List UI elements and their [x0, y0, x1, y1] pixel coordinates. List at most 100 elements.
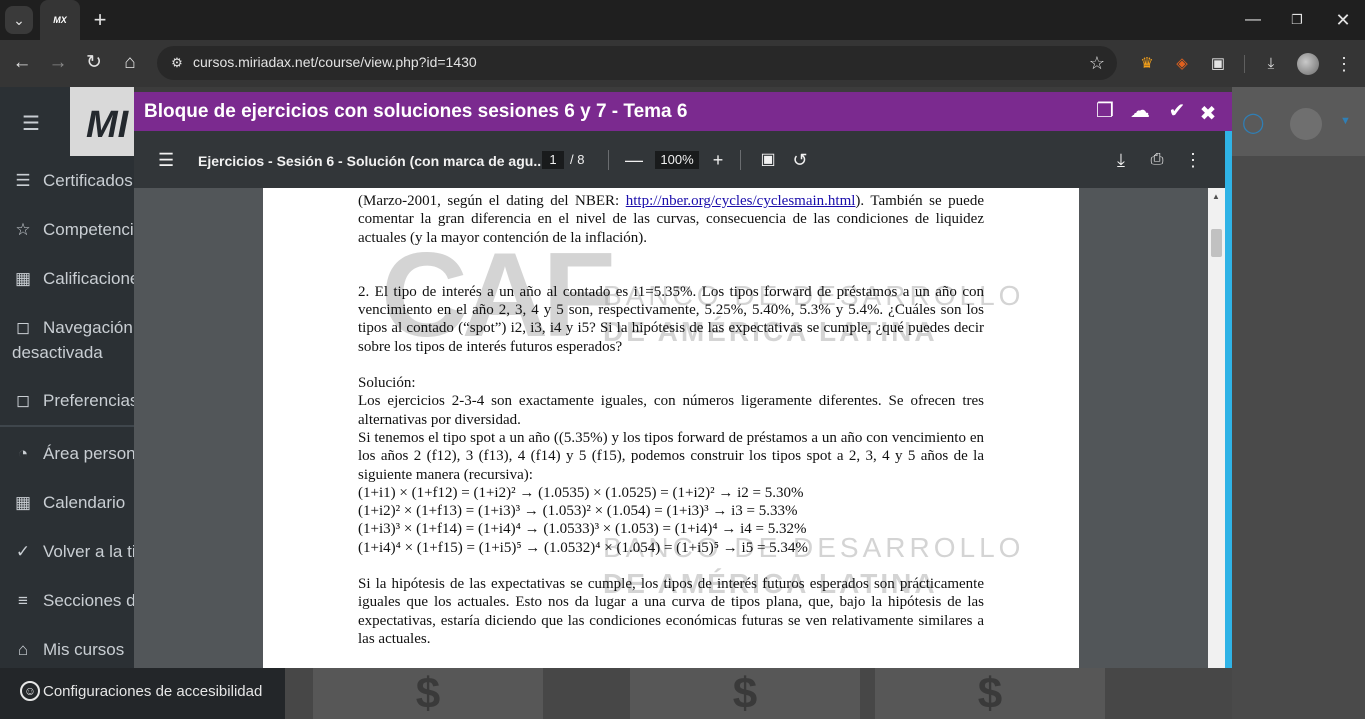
- sidebar-item-navegacion[interactable]: ◻ Navegación: [12, 318, 133, 338]
- pdf-scrollbar[interactable]: ▲: [1208, 188, 1225, 668]
- zoom-in-icon[interactable]: +: [706, 148, 730, 172]
- accessibility-label: Configuraciones de accesibilidad: [43, 683, 263, 700]
- conclusion-paragraph: Si la hipótesis de las expectativas se c…: [358, 576, 984, 647]
- profile-avatar[interactable]: [1297, 53, 1319, 75]
- table-icon: ▦: [14, 269, 32, 288]
- pdf-text-content: (Marzo-2001, según el dating del NBER: h…: [358, 192, 984, 648]
- pdf-viewport[interactable]: CAF BANCO DE DESARROLLO DE AMÉRICA LATIN…: [134, 188, 1208, 668]
- sidebar-item-mis-cursos[interactable]: ⌂ Mis cursos: [12, 640, 124, 660]
- scroll-thumb[interactable]: [1211, 229, 1222, 257]
- sidebar-item-label: Calendario: [43, 493, 126, 512]
- home-icon[interactable]: ⌂: [116, 49, 144, 77]
- user-menu-chevron-icon[interactable]: ▼: [1340, 115, 1351, 127]
- download-icon[interactable]: ⤓: [1260, 55, 1282, 73]
- modal-header: Bloque de ejercicios con soluciones sesi…: [134, 92, 1232, 131]
- crown-extension-icon[interactable]: ♛: [1136, 55, 1158, 73]
- browser-toolbar: ← → ↻ ⌂ ⚙ cursos.miriadax.net/course/vie…: [0, 40, 1365, 87]
- sidebar-item-calificaciones[interactable]: ▦ Calificaciones: [12, 269, 148, 289]
- back-arrow-icon[interactable]: ←: [8, 49, 36, 77]
- close-window-icon[interactable]: ✕: [1330, 8, 1356, 32]
- sidebar-item-label: Certificados: [43, 171, 133, 190]
- forward-arrow-icon[interactable]: →: [44, 49, 72, 77]
- pdf-toolbar-divider: [608, 150, 609, 170]
- course-card[interactable]: $: [875, 668, 1105, 719]
- layers-extension-icon[interactable]: ◈: [1171, 55, 1193, 73]
- cart-icon: ✓: [15, 542, 31, 561]
- course-sidebar: ☰ ☰ Certificados ☆ Competencias ▦ Calificac…: [0, 87, 195, 719]
- extensions-puzzle-icon[interactable]: ▣: [1207, 55, 1229, 73]
- sidebar-item-competencias[interactable]: ☆ Competencias: [12, 220, 151, 240]
- sidebar-item-label: Calificaciones: [43, 269, 148, 288]
- equation-line: (1+i4)⁴ × (1+f15) = (1+i5)⁵ → (1.0532)⁴ …: [358, 539, 808, 556]
- chat-bubble-icon[interactable]: ◯: [1242, 110, 1264, 135]
- pdf-menu-icon[interactable]: ☰: [158, 150, 174, 171]
- gauge-icon: ◔: [17, 444, 29, 463]
- reload-icon[interactable]: ↻: [80, 49, 108, 77]
- folder-icon: ◻: [15, 391, 31, 410]
- solution-heading: Solución:: [358, 375, 416, 392]
- equation-line: (1+i3)³ × (1+f14) = (1+i4)⁴ → (1.0533)³ …: [358, 521, 807, 538]
- paragraph-nber: (Marzo-2001, según el dating del NBER: h…: [358, 192, 984, 247]
- browser-menu-icon[interactable]: ⋮: [1333, 55, 1355, 73]
- pdf-toolbar: ☰ Ejercicios - Sesión 6 - Solución (con …: [134, 131, 1225, 188]
- pdf-filename: Ejercicios - Sesión 6 - Solución (con ma…: [198, 153, 545, 169]
- tab-favicon: MX: [53, 15, 67, 25]
- sidebar-item-preferencias[interactable]: ◻ Preferencias: [12, 391, 139, 411]
- restore-icon[interactable]: ❐: [1284, 8, 1310, 32]
- new-tab-plus-icon[interactable]: +: [88, 6, 112, 34]
- pdf-page: CAF BANCO DE DESARROLLO DE AMÉRICA LATIN…: [263, 188, 1079, 668]
- sidebar-hamburger-icon[interactable]: ☰: [22, 111, 40, 136]
- scroll-up-arrow-icon[interactable]: ▲: [1212, 192, 1220, 201]
- bookmark-star-icon[interactable]: ☆: [1089, 51, 1105, 75]
- browser-tab-bar: ⌄ MX + — ❐ ✕: [0, 0, 1365, 40]
- sidebar-item-label: Navegación: [43, 318, 133, 337]
- sidebar-divider: [0, 425, 134, 427]
- text-span: (Marzo-2001, según el dating del NBER:: [358, 193, 626, 209]
- tab-search-chevron-icon[interactable]: ⌄: [5, 6, 33, 34]
- browser-tab[interactable]: MX: [40, 0, 80, 40]
- address-bar[interactable]: ⚙ cursos.miriadax.net/course/view.php?id…: [157, 46, 1117, 80]
- nber-link[interactable]: http://nber.org/cycles/cyclesmain.html: [626, 193, 856, 209]
- accessibility-bar[interactable]: ☺ Configuraciones de accesibilidad: [0, 668, 285, 719]
- pdf-toolbar-divider: [740, 150, 741, 170]
- copy-icon[interactable]: ❐: [1092, 98, 1118, 124]
- print-icon[interactable]: ⎙: [1145, 148, 1169, 172]
- sidebar-item-area-personal[interactable]: ◔ Área personal: [12, 444, 149, 464]
- sidebar-item-label: Preferencias: [43, 391, 139, 410]
- url-domain: cursos.miriadax.net: [193, 54, 315, 70]
- user-avatar[interactable]: [1290, 108, 1322, 140]
- minimize-icon[interactable]: —: [1240, 8, 1266, 32]
- resource-modal: Bloque de ejercicios con soluciones sesi…: [134, 92, 1232, 668]
- pdf-page-input[interactable]: 1: [542, 151, 564, 169]
- dollar-icon: $: [732, 669, 758, 718]
- pdf-page-total: / 8: [570, 152, 585, 167]
- site-info-icon[interactable]: ⚙: [165, 51, 189, 75]
- sidebar-item-calendario[interactable]: ▦ Calendario: [12, 493, 125, 513]
- check-circle-icon[interactable]: ✔: [1164, 98, 1190, 124]
- sidebar-item-navegacion-line2[interactable]: desactivada: [12, 343, 103, 363]
- sidebar-item-label: Área personal: [43, 444, 149, 463]
- url-text[interactable]: cursos.miriadax.net/course/view.php?id=1…: [193, 54, 477, 70]
- pdf-zoom-input[interactable]: 100%: [655, 151, 699, 169]
- pdf-download-icon[interactable]: ⤓: [1109, 148, 1133, 172]
- layers-icon: ☰: [15, 171, 31, 190]
- url-path: /course/view.php?id=1430: [314, 54, 477, 70]
- sidebar-item-certificados[interactable]: ☰ Certificados: [12, 171, 133, 191]
- close-icon[interactable]: ✖: [1195, 101, 1221, 127]
- accessibility-icon: ☺: [20, 681, 40, 701]
- pdf-more-icon[interactable]: ⋮: [1181, 148, 1205, 172]
- equation-line: (1+i2)² × (1+f13) = (1+i3)³ → (1.053)² ×…: [358, 503, 798, 520]
- sidebar-item-label: desactivada: [12, 343, 103, 362]
- site-logo[interactable]: MI: [86, 104, 128, 147]
- list-icon: ≡: [18, 591, 28, 610]
- course-card[interactable]: $: [630, 668, 860, 719]
- page-content-right: [1232, 87, 1365, 719]
- rotate-icon[interactable]: ↺: [788, 148, 812, 172]
- course-card[interactable]: $: [313, 668, 543, 719]
- fit-page-icon[interactable]: ▣: [756, 148, 780, 172]
- zoom-out-icon[interactable]: —: [622, 148, 646, 172]
- course-cards-row: $ $ $: [285, 668, 1232, 719]
- cloud-download-icon[interactable]: ☁: [1127, 98, 1153, 124]
